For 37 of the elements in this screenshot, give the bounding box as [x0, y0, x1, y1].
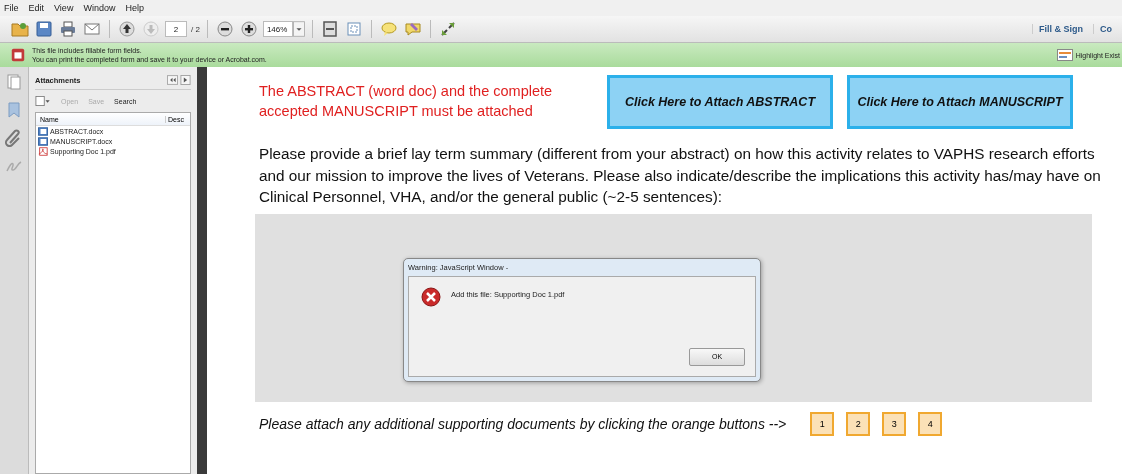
- options-icon[interactable]: [180, 75, 191, 85]
- list-menu-icon[interactable]: [35, 96, 51, 106]
- dropdown-icon[interactable]: [292, 21, 305, 37]
- save-icon[interactable]: [35, 20, 53, 38]
- menu-item[interactable]: Edit: [28, 3, 45, 13]
- zoom-field[interactable]: 146%: [262, 21, 293, 37]
- zoom-out-icon[interactable]: [215, 20, 234, 38]
- attach-document-button[interactable]: 4: [918, 411, 943, 436]
- comment-icon[interactable]: [379, 20, 398, 38]
- toolbar-link[interactable]: Co: [1093, 24, 1118, 34]
- collapse-icon[interactable]: [167, 75, 178, 85]
- page-number-field[interactable]: 2: [165, 21, 187, 37]
- summary-prompt: Please provide a brief lay term summary (different from your abstract) on how this activity relates to VAPHS research efforts and our mission to improve the lives of Veterans. Please also indicate/describe the implications this activity has/may have on Clinical Personnel, VHA, and/or the general public (~2-5 sentences):: [259, 144, 1102, 207]
- toolbar-link[interactable]: Fill & Sign: [1032, 24, 1089, 34]
- menu-item[interactable]: Help: [125, 3, 144, 13]
- attach-document-button[interactable]: 2: [846, 411, 871, 436]
- zoom-in-icon[interactable]: [239, 20, 258, 38]
- page-count: / 2: [191, 24, 200, 34]
- pages-icon[interactable]: [5, 73, 23, 91]
- highlight-icon[interactable]: [403, 20, 422, 38]
- attach-button[interactable]: Click Here to Attach ABSTRACT: [607, 75, 833, 129]
- folder-icon[interactable]: [11, 20, 29, 38]
- attach-document-button[interactable]: 1: [810, 411, 835, 436]
- mail-icon[interactable]: [83, 20, 101, 38]
- pdf-icon: [38, 146, 48, 156]
- supporting-docs-prompt: Please attach any additional supporting documents by clicking the orange buttons -->: [259, 415, 787, 432]
- error-icon: [421, 286, 441, 307]
- attach-button[interactable]: Click Here to Attach MANUSCRIPT: [847, 75, 1073, 129]
- menu-item[interactable]: View: [54, 3, 74, 13]
- menu-item[interactable]: File: [4, 3, 19, 13]
- menu-item[interactable]: Window: [83, 3, 116, 13]
- paperclip-icon[interactable]: [5, 129, 23, 147]
- form-fields-icon: [1056, 49, 1073, 61]
- attach-document-button[interactable]: 3: [882, 411, 907, 436]
- print-icon[interactable]: [59, 20, 77, 38]
- fit-page-icon[interactable]: [320, 20, 339, 38]
- required-attachments-notice: The ABSTRACT (word doc) and the complete accepted MANUSCRIPT must be attached: [259, 82, 554, 121]
